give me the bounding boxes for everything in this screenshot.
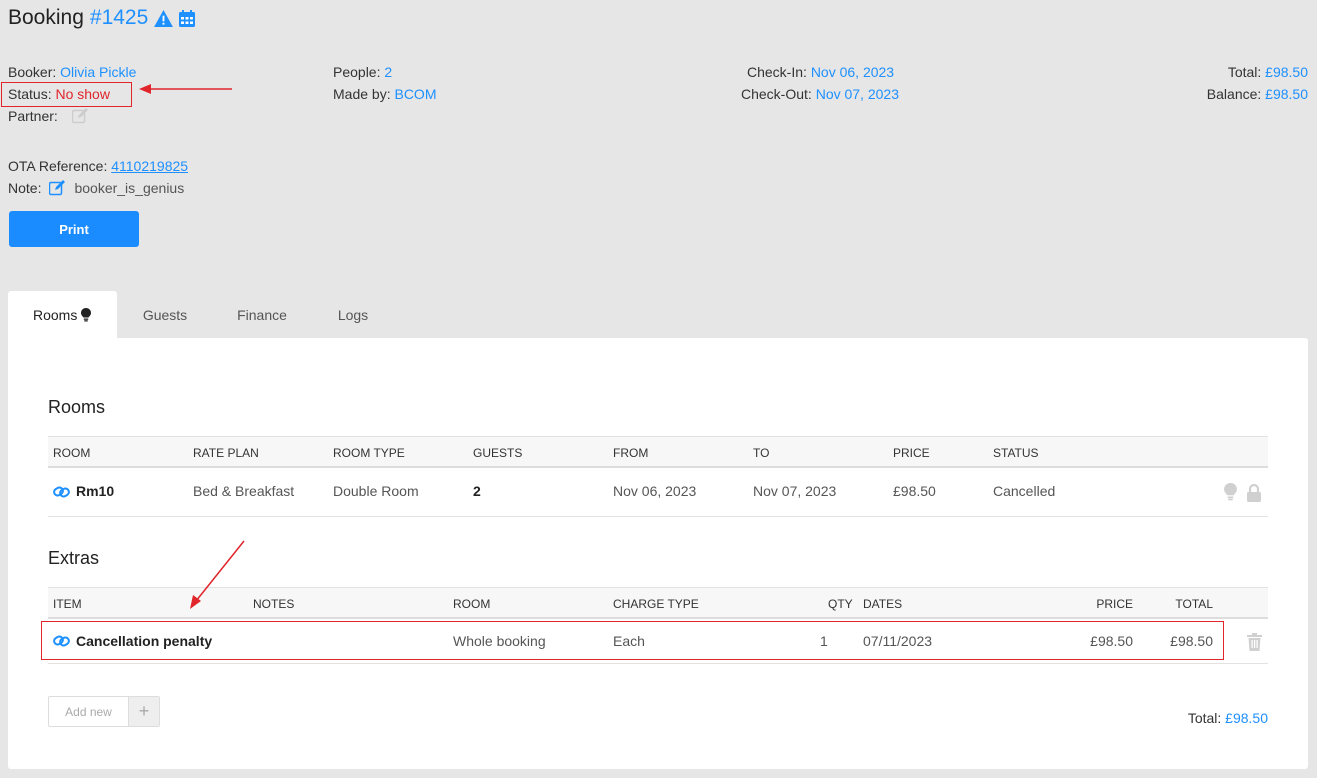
balance-value: £98.50 — [1265, 86, 1308, 102]
booking-number: #1425 — [89, 6, 149, 29]
col-room-type: ROOM TYPE — [333, 446, 405, 460]
guests-count: 2 — [473, 483, 481, 499]
col-price: PRICE — [893, 446, 930, 460]
col-rate-plan: RATE PLAN — [193, 446, 259, 460]
total-value: £98.50 — [1265, 64, 1308, 80]
extras-annotation-box — [41, 621, 1224, 660]
annotation-arrow-status — [139, 84, 232, 94]
room-to: Nov 07, 2023 — [753, 483, 837, 499]
col-qty: QTY — [828, 597, 853, 611]
extras-total-line: Total: £98.50 — [1188, 707, 1268, 729]
booker-line: Booker: Olivia Pickle — [8, 61, 136, 83]
col-charge-type: CHARGE TYPE — [613, 597, 699, 611]
tab-logs-label: Logs — [337, 306, 369, 323]
edit-note-icon[interactable] — [49, 180, 66, 196]
lightbulb-icon — [81, 307, 92, 321]
annotation-arrow-extras — [190, 540, 245, 609]
people-value: 2 — [384, 64, 393, 80]
tab-guests-label: Guests — [142, 306, 188, 323]
tab-finance[interactable]: Finance — [213, 291, 311, 338]
col-guests: GUESTS — [473, 446, 523, 460]
rooms-heading: Rooms — [48, 397, 106, 417]
tab-bar: Rooms Guests Finance Logs — [8, 291, 395, 338]
col-extra-price: PRICE — [1096, 597, 1133, 611]
tab-finance-label: Finance — [237, 306, 287, 323]
note-value: booker_is_genius — [74, 180, 185, 196]
rate-plan: Bed & Breakfast — [193, 483, 295, 499]
room-status: Cancelled — [993, 483, 1056, 499]
total-line: Total: £98.50 — [1228, 61, 1308, 83]
ota-label: OTA Reference: — [8, 158, 108, 174]
partner-line: Partner: — [8, 105, 89, 127]
checkout-line: Check-Out: Nov 07, 2023 — [741, 83, 899, 105]
col-dates: DATES — [863, 597, 903, 611]
add-new-label: Add new — [65, 704, 112, 719]
warning-icon[interactable] — [154, 9, 174, 27]
partner-label: Partner: — [8, 108, 58, 124]
balance-label: Balance: — [1206, 86, 1262, 102]
room-name[interactable]: Rm10 — [76, 483, 114, 499]
col-status: STATUS — [993, 446, 1039, 460]
checkin-value[interactable]: Nov 06, 2023 — [811, 64, 894, 80]
col-notes: NOTES — [253, 597, 295, 611]
lightbulb-icon[interactable] — [1224, 483, 1237, 501]
booker-link[interactable]: Olivia Pickle — [60, 64, 136, 80]
checkout-value[interactable]: Nov 07, 2023 — [816, 86, 899, 102]
total-label: Total: — [1227, 64, 1262, 80]
plus-icon[interactable]: + — [128, 697, 159, 726]
made-by-label: Made by: — [333, 86, 391, 102]
col-extra-total: TOTAL — [1175, 597, 1213, 611]
extras-total-label: Total: — [1187, 710, 1222, 726]
balance-line: Balance: £98.50 — [1207, 83, 1308, 105]
extras-total-value: £98.50 — [1225, 710, 1268, 726]
tab-rooms-label: Rooms — [33, 306, 78, 323]
checkin-line: Check-In: Nov 06, 2023 — [747, 61, 894, 83]
checkout-label: Check-Out: — [741, 86, 812, 102]
made-by-line: Made by: BCOM — [333, 83, 436, 105]
people-line: People: 2 — [333, 61, 392, 83]
checkin-label: Check-In: — [747, 64, 807, 80]
title-prefix: Booking — [8, 6, 84, 29]
ota-line: OTA Reference: 4110219825 — [8, 155, 188, 177]
note-label: Note: — [8, 180, 42, 196]
extras-heading: Extras — [48, 548, 100, 568]
booker-label: Booker: — [8, 64, 57, 80]
people-label: People: — [333, 64, 381, 80]
col-from: FROM — [613, 446, 649, 460]
link-icon[interactable] — [53, 485, 70, 499]
ota-reference-link[interactable]: 4110219825 — [111, 158, 188, 174]
table-row[interactable]: Rm10 Bed & Breakfast Double Room 2 Nov 0… — [48, 469, 1268, 517]
trash-icon[interactable] — [1247, 633, 1262, 651]
tab-logs[interactable]: Logs — [311, 291, 395, 338]
col-to: TO — [753, 446, 770, 460]
print-button[interactable]: Print — [9, 211, 139, 247]
room-from: Nov 06, 2023 — [613, 483, 697, 499]
room-type: Double Room — [333, 483, 419, 499]
page-title: Booking #1425 — [8, 6, 196, 30]
made-by-value: BCOM — [394, 86, 437, 102]
lock-icon[interactable] — [1246, 484, 1262, 502]
add-new-button[interactable]: Add new + — [48, 696, 160, 727]
calendar-icon[interactable] — [179, 9, 196, 27]
col-item: ITEM — [53, 597, 82, 611]
tab-rooms[interactable]: Rooms — [8, 291, 117, 338]
room-price: £98.50 — [893, 483, 936, 499]
col-room: ROOM — [53, 446, 91, 460]
tab-guests[interactable]: Guests — [117, 291, 213, 338]
status-annotation-box — [1, 82, 132, 107]
rooms-table-header: ROOM RATE PLAN ROOM TYPE GUESTS FROM TO … — [48, 436, 1268, 468]
note-line: Note: booker_is_genius — [8, 177, 184, 199]
edit-partner-icon[interactable] — [71, 108, 89, 124]
col-extra-room: ROOM — [453, 597, 491, 611]
